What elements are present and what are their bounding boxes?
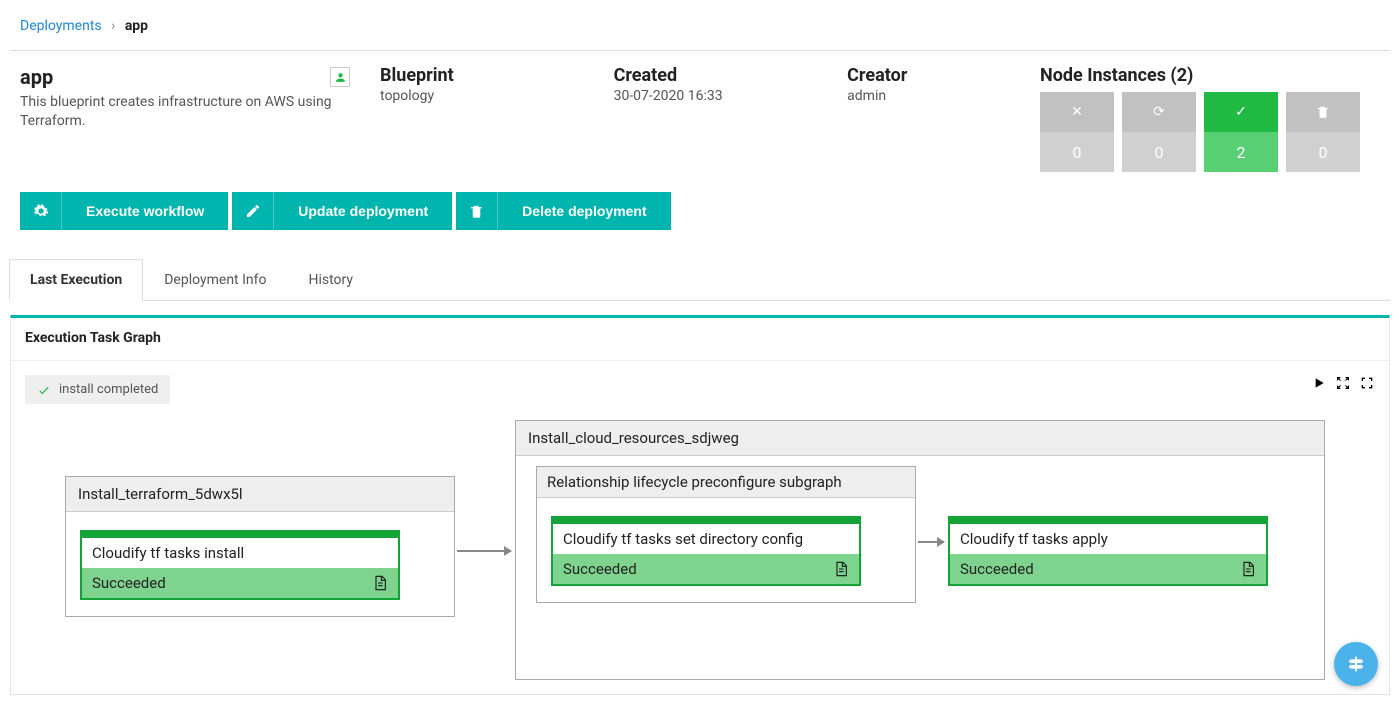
trash-icon — [456, 192, 498, 230]
task-card-set-directory[interactable]: Cloudify tf tasks set directory config S… — [551, 516, 861, 586]
status-tile-success[interactable]: ✓ 2 — [1204, 92, 1278, 172]
deployment-name: app — [20, 65, 53, 89]
fit-icon[interactable] — [1335, 375, 1351, 391]
task-status: Succeeded — [960, 560, 1034, 578]
panel-title: Execution Task Graph — [11, 318, 1389, 360]
breadcrumb-root[interactable]: Deployments — [20, 18, 102, 34]
subgraph-title: Relationship lifecycle preconfigure subg… — [537, 467, 915, 498]
delete-deployment-button[interactable]: Delete deployment — [456, 192, 670, 230]
blueprint-value: topology — [380, 88, 584, 104]
arrow-icon — [918, 541, 944, 543]
execute-workflow-button[interactable]: Execute workflow — [20, 192, 228, 230]
status-tile-deleted-count: 0 — [1286, 132, 1360, 172]
status-tile-failed-count: 0 — [1040, 132, 1114, 172]
execution-status-chip: install completed — [25, 375, 170, 404]
creator-label: Creator — [847, 65, 1010, 86]
graph-node-install-terraform[interactable]: Install_terraform_5dwx5l Cloudify tf tas… — [65, 476, 455, 617]
subgraph-relationship-lifecycle[interactable]: Relationship lifecycle preconfigure subg… — [536, 466, 916, 603]
status-tile-failed[interactable]: ✕ 0 — [1040, 92, 1114, 172]
cogs-icon — [20, 192, 62, 230]
arrow-icon — [457, 550, 511, 552]
creator-value: admin — [847, 88, 1010, 104]
status-tile-loading-count: 0 — [1122, 132, 1196, 172]
graph-node-install-cloud-resources[interactable]: Install_cloud_resources_sdjweg Relations… — [515, 420, 1325, 680]
deployment-description: This blueprint creates infrastructure on… — [20, 93, 350, 131]
task-title: Cloudify tf tasks apply — [950, 524, 1266, 554]
document-icon — [372, 575, 388, 591]
deployment-header: app This blueprint creates infrastructur… — [10, 65, 1390, 192]
status-tile-loading[interactable]: ⟳ 0 — [1122, 92, 1196, 172]
help-fab[interactable] — [1334, 642, 1378, 686]
check-icon — [37, 383, 51, 397]
close-icon: ✕ — [1071, 104, 1083, 120]
update-deployment-label: Update deployment — [274, 203, 452, 219]
execution-graph-panel: Execution Task Graph install completed — [10, 315, 1390, 695]
delete-deployment-label: Delete deployment — [498, 203, 670, 219]
spinner-icon: ⟳ — [1153, 104, 1165, 120]
divider — [10, 50, 1390, 51]
created-label: Created — [614, 65, 818, 86]
status-tile-deleted[interactable]: 0 — [1286, 92, 1360, 172]
node-instances-label: Node Instances (2) — [1040, 65, 1380, 86]
tabs: Last Execution Deployment Info History — [9, 258, 1390, 301]
blueprint-label: Blueprint — [380, 65, 584, 86]
task-status: Succeeded — [563, 560, 637, 578]
task-card-apply[interactable]: Cloudify tf tasks apply Succeeded — [948, 516, 1268, 586]
execute-workflow-label: Execute workflow — [62, 203, 228, 219]
task-title: Cloudify tf tasks install — [82, 538, 398, 568]
fullscreen-icon[interactable] — [1359, 375, 1375, 391]
task-card-install[interactable]: Cloudify tf tasks install Succeeded — [80, 530, 400, 600]
document-icon — [1240, 561, 1256, 577]
graph-node-title: Install_terraform_5dwx5l — [66, 477, 454, 512]
task-title: Cloudify tf tasks set directory config — [553, 524, 859, 554]
breadcrumb-current: app — [125, 18, 148, 34]
execution-status-text: install completed — [59, 382, 158, 397]
task-graph[interactable]: Install_terraform_5dwx5l Cloudify tf tas… — [25, 420, 1375, 680]
update-deployment-button[interactable]: Update deployment — [232, 192, 452, 230]
trash-icon — [1316, 105, 1330, 119]
play-icon[interactable] — [1311, 375, 1327, 391]
task-status: Succeeded — [92, 574, 166, 592]
breadcrumb: Deployments › app — [10, 0, 1390, 50]
signpost-icon — [1345, 653, 1367, 675]
check-icon: ✓ — [1235, 104, 1247, 120]
graph-node-title: Install_cloud_resources_sdjweg — [516, 421, 1324, 456]
tab-last-execution[interactable]: Last Execution — [9, 259, 143, 301]
tab-history[interactable]: History — [288, 259, 375, 301]
breadcrumb-separator: › — [111, 18, 115, 34]
user-icon — [330, 67, 350, 87]
status-tile-success-count: 2 — [1204, 132, 1278, 172]
document-icon — [833, 561, 849, 577]
edit-icon — [232, 192, 274, 230]
created-value: 30-07-2020 16:33 — [614, 88, 818, 104]
tab-deployment-info[interactable]: Deployment Info — [143, 259, 287, 301]
